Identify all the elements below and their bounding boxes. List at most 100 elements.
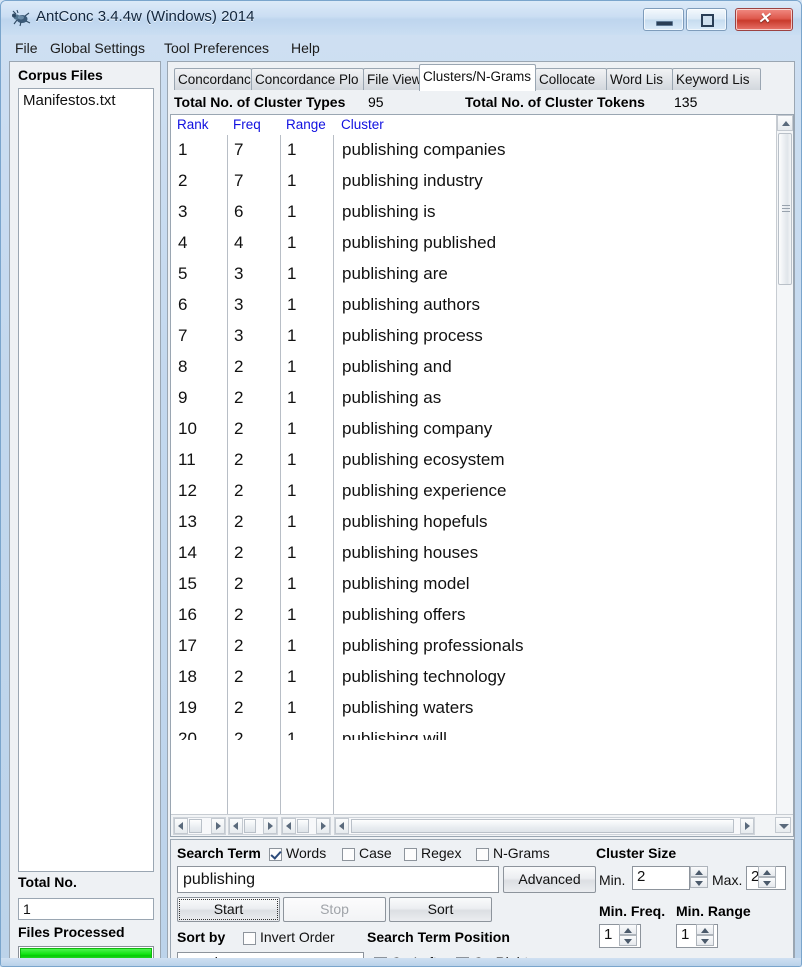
- column-header-rank[interactable]: Rank: [173, 115, 228, 135]
- table-row[interactable]: 10 2 1 publishing company: [171, 414, 776, 445]
- stepper-up-icon[interactable]: [696, 924, 714, 935]
- scroll-up-icon[interactable]: [777, 115, 793, 131]
- stepper-down-icon[interactable]: [690, 877, 708, 888]
- table-row[interactable]: 12 2 1 publishing experience: [171, 476, 776, 507]
- table-row[interactable]: 1 7 1 publishing companies: [171, 135, 776, 166]
- vertical-scroll-thumb[interactable]: [778, 133, 792, 285]
- scroll-down-icon[interactable]: [775, 817, 791, 833]
- table-row[interactable]: 9 2 1 publishing as: [171, 383, 776, 414]
- table-row[interactable]: 15 2 1 publishing model: [171, 569, 776, 600]
- hscroll-thumb[interactable]: [297, 819, 309, 833]
- antconc-window: AntConc 3.4.4w (Windows) 2014 ✕ File Glo…: [0, 0, 802, 967]
- cell-rank: 19: [178, 698, 197, 717]
- stepper-down-icon[interactable]: [696, 935, 714, 946]
- cell-cluster: publishing published: [342, 233, 497, 252]
- close-icon: ✕: [757, 10, 771, 27]
- menu-help[interactable]: Help: [287, 39, 324, 57]
- scroll-right-icon[interactable]: [211, 818, 225, 834]
- cell-rank: 16: [178, 605, 197, 624]
- table-row[interactable]: 13 2 1 publishing hopefuls: [171, 507, 776, 538]
- scroll-right-icon[interactable]: [263, 818, 277, 834]
- hscrollbar-rank[interactable]: [173, 817, 226, 835]
- hscroll-thumb[interactable]: [189, 819, 202, 833]
- scroll-right-icon[interactable]: [316, 818, 330, 834]
- words-checkbox[interactable]: [269, 848, 282, 861]
- cell-range: 1: [287, 481, 297, 500]
- cell-rank: 11: [178, 450, 196, 469]
- tab-clusters-ngrams[interactable]: Clusters/N-Grams: [419, 64, 536, 91]
- start-button[interactable]: Start: [177, 897, 280, 922]
- scroll-right-icon[interactable]: [740, 818, 754, 834]
- table-row[interactable]: 5 3 1 publishing are: [171, 259, 776, 290]
- table-row[interactable]: 20 2 1 publishing will: [171, 724, 776, 740]
- tab-concordance[interactable]: Concordance: [174, 68, 252, 90]
- table-row[interactable]: 7 3 1 publishing process: [171, 321, 776, 352]
- ngrams-checkbox[interactable]: [476, 848, 489, 861]
- stepper-up-icon[interactable]: [758, 866, 776, 877]
- minimize-button[interactable]: [643, 8, 684, 31]
- table-row[interactable]: 2 7 1 publishing industry: [171, 166, 776, 197]
- search-term-label: Search Term: [177, 845, 261, 861]
- cluster-max-stepper[interactable]: [758, 866, 776, 888]
- stepper-down-icon[interactable]: [619, 935, 637, 946]
- hscroll-thumb[interactable]: [244, 819, 256, 833]
- maximize-button[interactable]: [686, 8, 727, 31]
- maximize-icon: [701, 14, 714, 27]
- invert-order-checkbox[interactable]: [243, 932, 256, 945]
- stepper-up-icon[interactable]: [690, 866, 708, 877]
- table-row[interactable]: 4 4 1 publishing published: [171, 228, 776, 259]
- stepper-up-icon[interactable]: [619, 924, 637, 935]
- hscroll-thumb[interactable]: [351, 819, 734, 833]
- scroll-left-icon[interactable]: [282, 818, 296, 834]
- corpus-file-list[interactable]: Manifestos.txt: [18, 88, 154, 872]
- table-row[interactable]: 17 2 1 publishing professionals: [171, 631, 776, 662]
- search-input[interactable]: [177, 866, 499, 893]
- table-row[interactable]: 16 2 1 publishing offers: [171, 600, 776, 631]
- totals-row: Total No. of Cluster Types 95 Total No. …: [170, 91, 794, 113]
- stop-button[interactable]: Stop: [283, 897, 386, 922]
- table-row[interactable]: 6 3 1 publishing authors: [171, 290, 776, 321]
- case-label: Case: [359, 845, 392, 861]
- table-row[interactable]: 3 6 1 publishing is: [171, 197, 776, 228]
- min-freq-stepper[interactable]: [619, 924, 637, 946]
- table-row[interactable]: 11 2 1 publishing ecosystem: [171, 445, 776, 476]
- tab-collocate[interactable]: Collocate: [535, 68, 607, 90]
- tab-concordance-plot[interactable]: Concordance Plo: [251, 68, 364, 90]
- column-header-freq[interactable]: Freq: [229, 115, 281, 135]
- cluster-min-stepper[interactable]: [690, 866, 708, 888]
- regex-checkbox[interactable]: [404, 848, 417, 861]
- cluster-min-field[interactable]: 2: [632, 866, 690, 890]
- table-row[interactable]: 18 2 1 publishing technology: [171, 662, 776, 693]
- results-vertical-scrollbar[interactable]: [776, 115, 793, 836]
- advanced-button[interactable]: Advanced: [503, 866, 596, 893]
- tab-keyword-list[interactable]: Keyword Lis: [672, 68, 761, 90]
- cell-range: 1: [287, 450, 297, 469]
- hscrollbar-range[interactable]: [281, 817, 331, 835]
- menu-global-settings[interactable]: Global Settings: [46, 39, 149, 57]
- table-row[interactable]: 19 2 1 publishing waters: [171, 693, 776, 724]
- column-header-range[interactable]: Range: [282, 115, 334, 135]
- cell-range: 1: [287, 357, 297, 376]
- min-range-stepper[interactable]: [696, 924, 714, 946]
- menu-tool-preferences[interactable]: Tool Preferences: [160, 39, 273, 57]
- table-row[interactable]: 8 2 1 publishing and: [171, 352, 776, 383]
- tab-file-view[interactable]: File View: [363, 68, 420, 90]
- hscrollbar-cluster[interactable]: [334, 817, 755, 835]
- scroll-left-icon[interactable]: [229, 818, 243, 834]
- column-header-cluster[interactable]: Cluster: [337, 115, 537, 135]
- close-button[interactable]: ✕: [735, 8, 793, 31]
- scroll-left-icon[interactable]: [174, 818, 188, 834]
- cell-freq: 2: [234, 450, 244, 469]
- sort-button[interactable]: Sort: [389, 897, 492, 922]
- menu-file[interactable]: File: [11, 39, 42, 57]
- case-checkbox[interactable]: [342, 848, 355, 861]
- stepper-down-icon[interactable]: [758, 877, 776, 888]
- scroll-left-icon[interactable]: [335, 818, 349, 834]
- cell-range: 1: [287, 233, 297, 252]
- hscrollbar-freq[interactable]: [228, 817, 278, 835]
- list-item[interactable]: Manifestos.txt: [19, 89, 153, 109]
- tab-word-list[interactable]: Word Lis: [606, 68, 673, 90]
- max-label: Max.: [712, 872, 743, 888]
- table-row[interactable]: 14 2 1 publishing houses: [171, 538, 776, 569]
- cell-cluster: publishing waters: [342, 698, 474, 717]
